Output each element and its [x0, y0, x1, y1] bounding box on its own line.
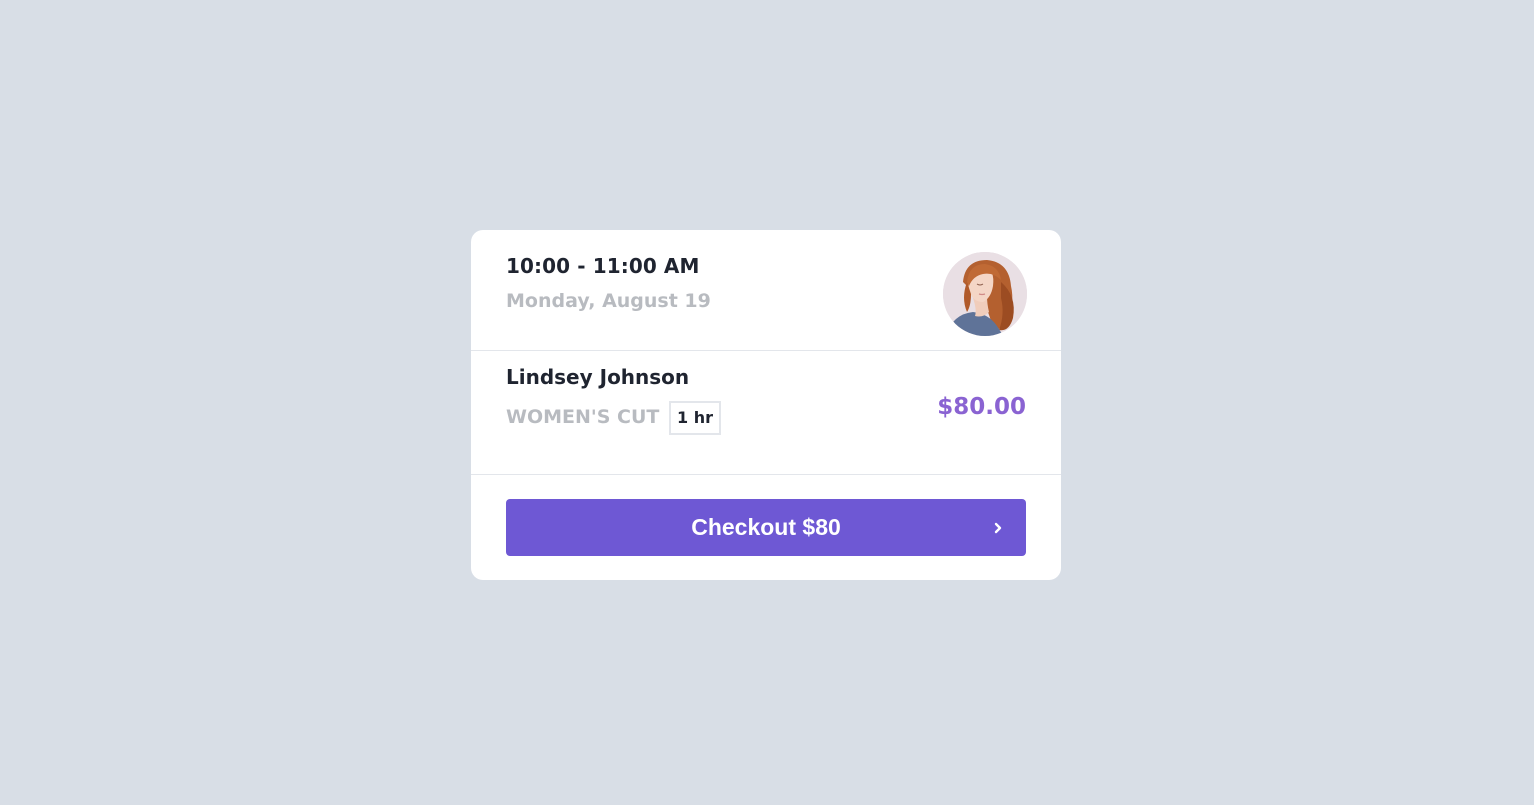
avatar-photo: [943, 252, 1027, 336]
avatar: [943, 252, 1027, 336]
checkout-button[interactable]: Checkout $80: [506, 499, 1026, 556]
appointment-card: 10:00 - 11:00 AM Monday, August 19 Linds…: [471, 230, 1061, 580]
service-price: $80.00: [937, 394, 1026, 420]
chevron-right-icon: [994, 522, 1002, 534]
service-details: Lindsey Johnson WOMEN'S CUT 1 hr $80.00: [471, 351, 1061, 475]
appointment-header: 10:00 - 11:00 AM Monday, August 19: [471, 230, 1061, 351]
appointment-time: 10:00 - 11:00 AM: [506, 254, 700, 278]
service-name: WOMEN'S CUT: [506, 406, 660, 428]
duration-badge: 1 hr: [669, 401, 721, 435]
client-name: Lindsey Johnson: [506, 365, 690, 389]
appointment-date: Monday, August 19: [506, 290, 711, 312]
checkout-button-label: Checkout $80: [691, 514, 841, 540]
